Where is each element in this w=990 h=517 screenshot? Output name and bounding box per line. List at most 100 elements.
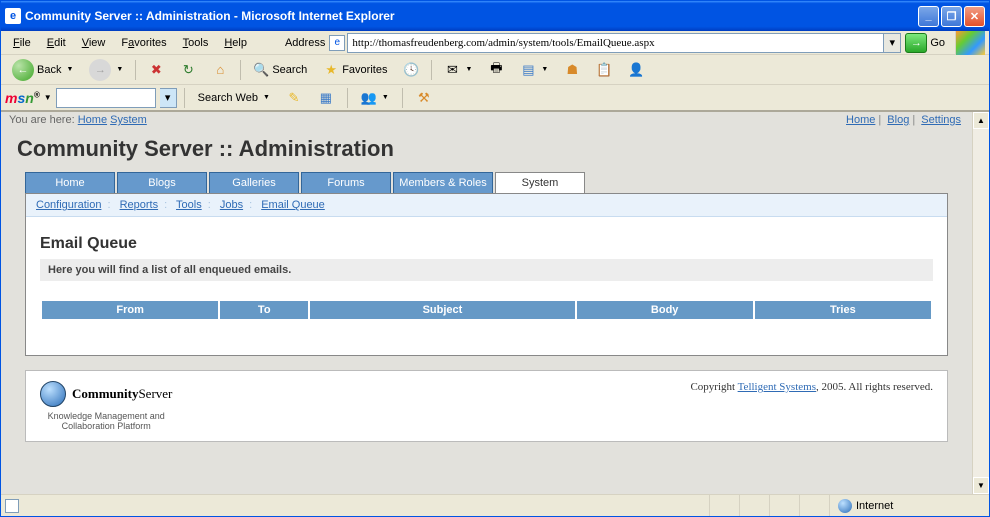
menubar: File Edit View Favorites Tools Help Addr… — [1, 31, 989, 55]
home-button[interactable]: ⌂ — [205, 58, 235, 82]
tab-system[interactable]: System — [495, 172, 585, 193]
msn-toolbar: msn® ▼ ▾ Search Web ▼ ✎ ▦ 👥▼ ⚒ — [1, 85, 989, 111]
main-panel: Configuration: Reports: Tools: Jobs: Ema… — [25, 193, 948, 356]
search-label: Search — [272, 64, 307, 76]
favorites-button[interactable]: ★Favorites — [316, 58, 394, 82]
messenger-icon: 👤 — [628, 62, 644, 78]
ie-icon: e — [5, 8, 21, 24]
mail-button[interactable]: ✉▼ — [437, 58, 479, 82]
go-label: Go — [930, 37, 945, 49]
menu-view[interactable]: View — [74, 35, 114, 51]
menu-favorites[interactable]: Favorites — [113, 35, 174, 51]
page-title: Community Server :: Administration — [1, 128, 972, 172]
breadcrumb-home-link[interactable]: Home — [78, 114, 107, 126]
tab-forums[interactable]: Forums — [301, 172, 391, 193]
menu-tools[interactable]: Tools — [175, 35, 217, 51]
msn-search-dropdown[interactable]: ▾ — [160, 88, 177, 108]
page-icon: e — [329, 35, 345, 51]
back-button[interactable]: ← Back ▼ — [5, 55, 80, 85]
research-button[interactable]: 📋 — [589, 58, 619, 82]
tab-home[interactable]: Home — [25, 172, 115, 193]
msn-highlight-button[interactable]: ✎ — [280, 88, 308, 108]
refresh-icon: ↻ — [180, 62, 196, 78]
forward-arrow-icon: → — [89, 59, 111, 81]
subnav: Configuration: Reports: Tools: Jobs: Ema… — [26, 194, 947, 217]
highlight-icon: ✎ — [286, 90, 302, 106]
status-page-icon — [5, 499, 19, 513]
back-arrow-icon: ← — [12, 59, 34, 81]
back-dropdown-icon: ▼ — [66, 66, 73, 73]
content-area: You are here: Home System Home| Blog| Se… — [1, 111, 989, 494]
subnav-email-queue[interactable]: Email Queue — [261, 199, 325, 211]
stop-button[interactable]: ✖ — [141, 58, 171, 82]
community-server-logo: CommunityServer — [40, 381, 172, 407]
breadcrumb-row: You are here: Home System Home| Blog| Se… — [1, 112, 972, 128]
telligent-link[interactable]: Telligent Systems — [738, 381, 816, 393]
mail-icon: ✉ — [444, 62, 460, 78]
menu-edit[interactable]: Edit — [39, 35, 74, 51]
msn-messenger-button[interactable]: 👥▼ — [355, 88, 395, 108]
close-button[interactable]: ✕ — [964, 6, 985, 27]
discuss-button[interactable]: ☗ — [557, 58, 587, 82]
forward-button[interactable]: → ▼ — [82, 55, 130, 85]
search-button[interactable]: 🔍Search — [246, 58, 314, 82]
history-icon: 🕓 — [403, 62, 419, 78]
star-icon: ★ — [323, 62, 339, 78]
globe-icon — [40, 381, 66, 407]
tab-members-roles[interactable]: Members & Roles — [393, 172, 493, 193]
th-tries: Tries — [755, 301, 931, 319]
toplink-settings[interactable]: Settings — [921, 114, 961, 126]
subnav-tools[interactable]: Tools — [176, 199, 202, 211]
scroll-up-button[interactable]: ▲ — [973, 112, 989, 129]
edit-button[interactable]: ▤▼ — [513, 58, 555, 82]
msn-search-web-button[interactable]: Search Web ▼ — [192, 90, 276, 106]
tab-galleries[interactable]: Galleries — [209, 172, 299, 193]
menu-help[interactable]: Help — [216, 35, 255, 51]
tab-blogs[interactable]: Blogs — [117, 172, 207, 193]
minimize-button[interactable]: _ — [918, 6, 939, 27]
browser-window: e Community Server :: Administration - M… — [0, 0, 990, 517]
address-dropdown[interactable]: ▾ — [884, 33, 901, 53]
people-icon: 👥 — [361, 90, 377, 106]
scroll-track[interactable] — [973, 129, 989, 477]
section-description: Here you will find a list of all enqueue… — [40, 259, 933, 281]
footer-panel: CommunityServer Knowledge Management and… — [25, 370, 948, 442]
breadcrumb-system-link[interactable]: System — [110, 114, 147, 126]
forward-dropdown-icon: ▼ — [116, 66, 123, 73]
email-queue-table: From To Subject Body Tries — [40, 301, 933, 319]
status-zone: Internet — [856, 500, 893, 512]
msn-search-input[interactable] — [56, 88, 156, 108]
tabstrip: Home Blogs Galleries Forums Members & Ro… — [1, 172, 972, 193]
address-label: Address — [285, 37, 325, 49]
scroll-down-button[interactable]: ▼ — [973, 477, 989, 494]
address-input[interactable] — [347, 33, 884, 53]
subnav-reports[interactable]: Reports — [120, 199, 159, 211]
toolbar: ← Back ▼ → ▼ ✖ ↻ ⌂ 🔍Search ★Favorites 🕓 … — [1, 55, 989, 85]
vertical-scrollbar[interactable]: ▲ ▼ — [972, 112, 989, 494]
toplink-home[interactable]: Home — [846, 114, 875, 126]
page-content: You are here: Home System Home| Blog| Se… — [1, 112, 972, 494]
internet-zone-icon — [838, 499, 852, 513]
stop-icon: ✖ — [148, 62, 164, 78]
options-icon: ▦ — [318, 90, 334, 106]
breadcrumb: You are here: Home System — [9, 114, 843, 126]
msn-options-button[interactable]: ▦ — [312, 88, 340, 108]
messenger-button[interactable]: 👤 — [621, 58, 651, 82]
toplink-blog[interactable]: Blog — [887, 114, 909, 126]
footer-tagline: Knowledge Management and Collaboration P… — [40, 411, 172, 431]
home-icon: ⌂ — [212, 62, 228, 78]
top-links: Home| Blog| Settings — [843, 114, 964, 126]
go-button[interactable]: → — [905, 33, 927, 53]
msn-logo: msn® — [5, 90, 40, 106]
history-button[interactable]: 🕓 — [396, 58, 426, 82]
menu-file[interactable]: File — [5, 35, 39, 51]
subnav-jobs[interactable]: Jobs — [220, 199, 243, 211]
refresh-button[interactable]: ↻ — [173, 58, 203, 82]
msn-tool-button[interactable]: ⚒ — [410, 88, 438, 108]
maximize-button[interactable]: ❐ — [941, 6, 962, 27]
print-button[interactable]: 🖶 — [481, 58, 511, 82]
copyright: Copyright Telligent Systems, 2005. All r… — [690, 381, 933, 393]
discuss-icon: ☗ — [564, 62, 580, 78]
titlebar: e Community Server :: Administration - M… — [1, 1, 989, 31]
subnav-configuration[interactable]: Configuration — [36, 199, 101, 211]
